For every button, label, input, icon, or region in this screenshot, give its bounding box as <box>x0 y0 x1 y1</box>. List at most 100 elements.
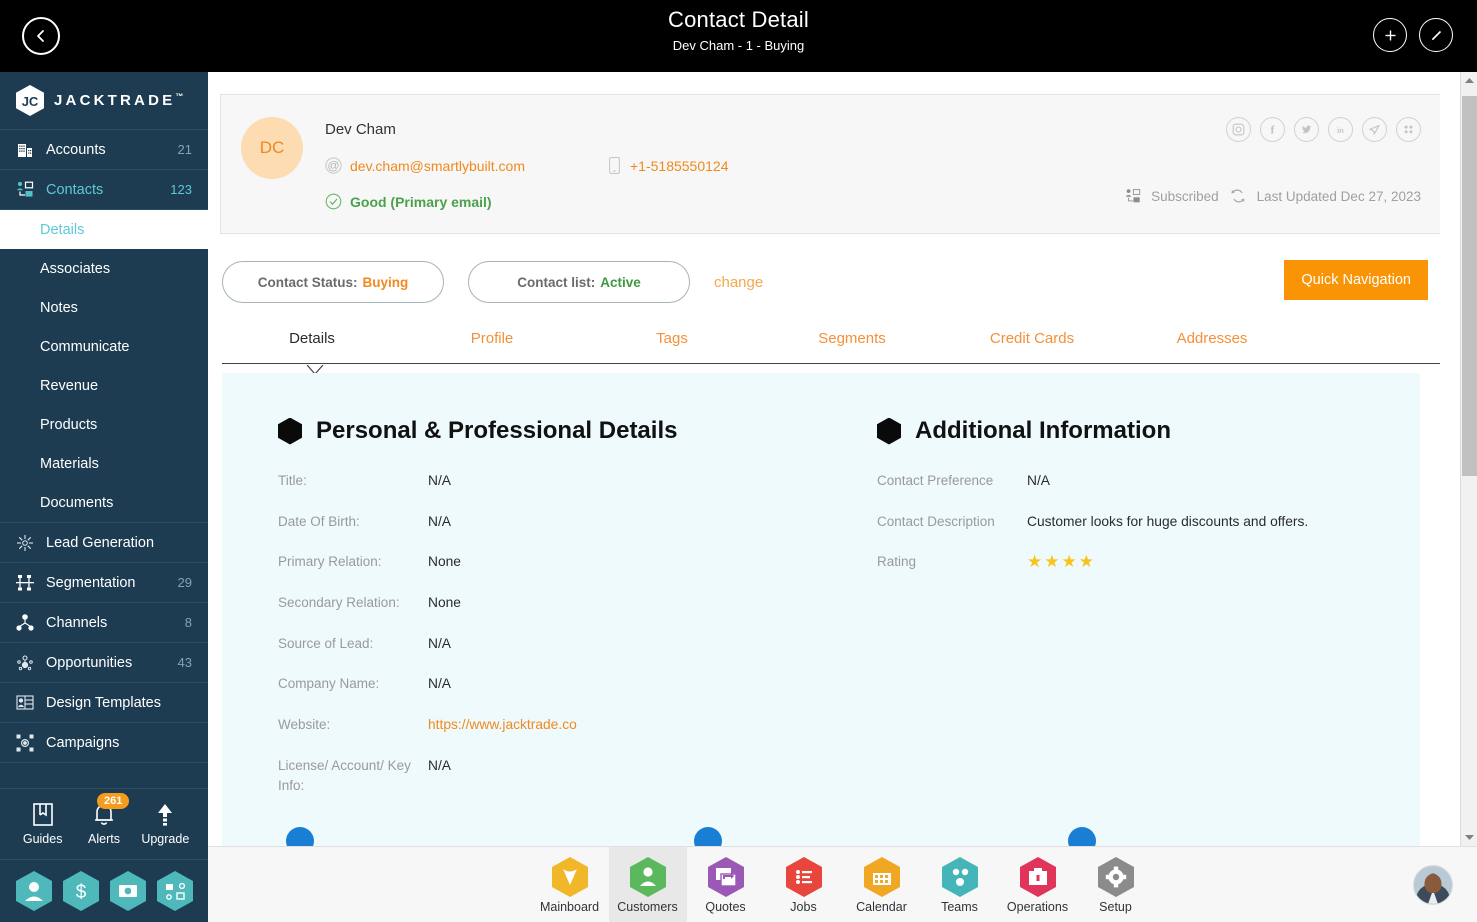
sidebar-subitem-label: Revenue <box>40 377 99 394</box>
sidebar-item-contacts[interactable]: Contacts 123 <box>0 170 208 210</box>
refresh-icon <box>1231 189 1245 203</box>
upgrade-button[interactable]: Upgrade <box>136 802 194 846</box>
bubble-marker[interactable] <box>286 827 314 846</box>
sidebar-subitem-documents[interactable]: Documents <box>0 483 208 522</box>
sidebar-subitem-details[interactable]: Details <box>0 210 208 249</box>
sidebar-subitem-label: Documents <box>40 494 114 511</box>
sidebar-hex-shortcuts: $ <box>0 860 208 922</box>
sidebar-item-label: Opportunities <box>46 654 133 671</box>
contacts-icon <box>14 180 36 200</box>
payment-hex-icon[interactable] <box>109 871 146 911</box>
jacktrade-hex-icon: JC <box>16 85 44 116</box>
change-link[interactable]: change <box>714 274 763 291</box>
dock-item-quotes[interactable]: Quotes <box>687 847 765 922</box>
brand-tm: ™ <box>175 92 184 101</box>
sidebar-item-design-templates[interactable]: Design Templates <box>0 683 208 723</box>
tab-addresses[interactable]: Addresses <box>1122 324 1302 361</box>
linkedin-icon[interactable]: in <box>1328 117 1353 142</box>
hexagon-bullet-icon <box>278 417 302 445</box>
sidebar-item-label: Lead Generation <box>46 534 155 551</box>
field-row: Company Name: N/A <box>278 674 821 695</box>
app-root: Contact Detail Dev Cham - 1 - Buying JC … <box>0 0 1477 922</box>
facebook-icon[interactable]: f <box>1260 117 1285 142</box>
segmentation-icon <box>14 573 36 593</box>
person-hex-icon[interactable] <box>15 871 52 911</box>
bubble-marker[interactable] <box>694 827 722 846</box>
sidebar-item-lead-generation[interactable]: Lead Generation <box>0 523 208 563</box>
brand-logo[interactable]: JC JACKTRADE™ <box>0 72 208 130</box>
tab-credit-cards[interactable]: Credit Cards <box>942 324 1122 361</box>
dollar-hex-icon[interactable]: $ <box>62 871 99 911</box>
scroll-down-button[interactable] <box>1461 829 1477 846</box>
sidebar-subitem-revenue[interactable]: Revenue <box>0 366 208 405</box>
email-status-row: Good (Primary email) <box>325 193 492 210</box>
tab-tags[interactable]: Tags <box>582 324 762 361</box>
section-title: Additional Information <box>915 417 1171 444</box>
main-scrollbar[interactable] <box>1460 72 1477 846</box>
contact-name: Dev Cham <box>325 121 396 138</box>
website-link[interactable]: https://www.jacktrade.co <box>428 715 577 736</box>
tab-label: Profile <box>470 330 514 347</box>
hexagon-bullet-icon <box>877 417 901 445</box>
sidebar-item-campaigns[interactable]: Campaigns <box>0 723 208 763</box>
sidebar-item-segmentation[interactable]: Segmentation 29 <box>0 563 208 603</box>
brand-name-text: JACKTRADE <box>54 92 176 109</box>
jobs-icon <box>785 856 822 897</box>
sidebar-item-channels[interactable]: Channels 8 <box>0 603 208 643</box>
sidebar-subitem-notes[interactable]: Notes <box>0 288 208 327</box>
sidebar-subitem-communicate[interactable]: Communicate <box>0 327 208 366</box>
scroll-up-button[interactable] <box>1461 72 1477 89</box>
sidebar-subitem-materials[interactable]: Materials <box>0 444 208 483</box>
page-title: Contact Detail <box>668 7 809 32</box>
field-row: Contact Description Customer looks for h… <box>877 512 1420 533</box>
dock-item-customers[interactable]: Customers <box>608 847 687 922</box>
field-label: Date Of Birth: <box>278 513 360 529</box>
dock-item-calendar[interactable]: Calendar <box>843 847 921 922</box>
contact-status-pill[interactable]: Contact Status: Buying <box>222 261 444 303</box>
apps-grid-icon[interactable] <box>1396 117 1421 142</box>
dock-label: Jobs <box>790 899 817 914</box>
sidebar-subitem-products[interactable]: Products <box>0 405 208 444</box>
tab-segments[interactable]: Segments <box>762 324 942 361</box>
sidebar-item-label: Design Templates <box>46 694 161 711</box>
sidebar-utility-row: Guides 261 Alerts Upgrade <box>0 788 208 860</box>
field-row: Title: N/A <box>278 471 821 492</box>
contact-status-value: Buying <box>362 274 409 290</box>
scrollbar-thumb[interactable] <box>1462 96 1477 476</box>
details-panel: Personal & Professional Details Title: N… <box>222 373 1420 846</box>
twitter-icon[interactable] <box>1294 117 1319 142</box>
quick-navigation-button[interactable]: Quick Navigation <box>1284 260 1428 300</box>
dock-item-setup[interactable]: Setup <box>1077 847 1155 922</box>
tab-profile[interactable]: Profile <box>402 324 582 361</box>
tab-label: Details <box>289 330 335 347</box>
tab-details[interactable]: Details <box>222 324 402 361</box>
sidebar-item-label: Campaigns <box>46 734 120 751</box>
dock-item-teams[interactable]: Teams <box>921 847 999 922</box>
user-avatar[interactable] <box>1413 865 1453 905</box>
telegram-icon[interactable] <box>1362 117 1387 142</box>
bottom-dock-bar: Mainboard Customers Quotes Jobs Calendar… <box>208 846 1477 922</box>
sidebar-item-opportunities[interactable]: Opportunities 43 <box>0 643 208 683</box>
alerts-button[interactable]: 261 Alerts <box>75 793 133 846</box>
at-sign-icon: @ <box>325 157 342 174</box>
dock-item-mainboard[interactable]: Mainboard <box>531 847 609 922</box>
tab-label: Tags <box>656 330 688 347</box>
contact-list-pill[interactable]: Contact list: Active <box>468 261 690 303</box>
guides-button[interactable]: Guides <box>14 802 72 846</box>
dock-item-jobs[interactable]: Jobs <box>765 847 843 922</box>
field-value: N/A <box>428 473 451 488</box>
edit-button[interactable] <box>1419 18 1453 52</box>
add-button[interactable] <box>1373 18 1407 52</box>
book-icon <box>32 803 53 826</box>
instagram-icon[interactable] <box>1226 117 1251 142</box>
sidebar-subitem-associates[interactable]: Associates <box>0 249 208 288</box>
contact-email[interactable]: dev.cham@smartlybuilt.com <box>350 158 525 174</box>
sidebar-subitem-label: Products <box>40 416 98 433</box>
dock-item-operations[interactable]: Operations <box>999 847 1077 922</box>
workflow-hex-icon[interactable] <box>156 871 193 911</box>
field-row: Date Of Birth: N/A <box>278 512 821 533</box>
dock-label: Quotes <box>705 899 746 914</box>
bubble-marker[interactable] <box>1068 827 1096 846</box>
sidebar-item-accounts[interactable]: Accounts 21 <box>0 130 208 170</box>
dock-label: Calendar <box>856 899 907 914</box>
